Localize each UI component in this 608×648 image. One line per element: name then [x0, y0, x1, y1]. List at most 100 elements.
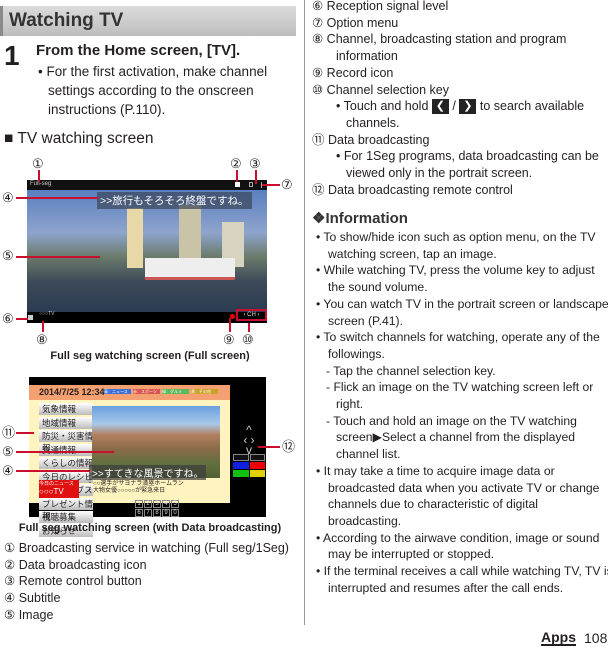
data-broadcast-tv-screen: 2014/7/25 12:34 青：ニュース 赤：スポーツ 緑：グルメ 黄：その…	[29, 377, 266, 537]
number-pad[interactable]: 1 2 3 4 5 6 7 8 9 0	[135, 500, 179, 517]
station-name: ○○○TV	[39, 487, 64, 496]
information-line: • To switch channels for watching, opera…	[316, 330, 600, 345]
news-item: ・○○選手がサヨナラ満塁ホームラン	[87, 481, 184, 487]
information-line: watching screen, tap an image.	[328, 246, 497, 261]
callout-9: ⑨	[223, 332, 235, 347]
information-line: • You can watch TV in the portrait scree…	[316, 296, 608, 311]
data-tab-green[interactable]: 緑：グルメ	[162, 389, 189, 394]
information-line: interrupted and resumes after the call e…	[328, 580, 564, 595]
news-box: 今日のニュース ○○○TV	[39, 480, 79, 498]
callout-10: ⑩	[242, 332, 254, 347]
footer-section: Apps	[541, 629, 576, 646]
chevron-left-icon: ❮	[431, 99, 449, 115]
ch-label: CH	[247, 312, 256, 318]
information-line: right.	[336, 397, 364, 412]
num-key[interactable]: 3	[153, 500, 161, 508]
column-divider	[304, 0, 305, 625]
information-line: • If the terminal receives a call while …	[316, 564, 608, 579]
subsection-title: ■ TV watching screen	[4, 130, 154, 147]
callout-7: ⑦	[281, 177, 293, 192]
menu-item[interactable]: 防災・災害情報	[39, 430, 93, 453]
callout-8: ⑧	[36, 332, 48, 347]
step-bullet-text: For the first activation, make channel s…	[46, 64, 268, 117]
menu-item[interactable]: くらしの情報	[39, 457, 93, 469]
legend-left: ① Broadcasting service in watching (Full…	[4, 540, 289, 624]
remote-color-buttons[interactable]	[233, 454, 265, 477]
legend-item: ① Broadcasting service in watching (Full…	[4, 541, 289, 555]
callout-3: ③	[249, 156, 261, 171]
callout-4b: ④	[2, 463, 14, 478]
screen2-caption: Full seg watching screen (with Data broa…	[18, 522, 282, 534]
data-tab-red[interactable]: 赤：スポーツ	[133, 389, 160, 394]
data-tab-yellow[interactable]: 黄：その他	[191, 389, 218, 394]
remote-control-button[interactable]	[249, 182, 253, 187]
information-line: screen▶Select a channel from the display…	[336, 430, 576, 445]
num-key[interactable]: 2	[144, 500, 152, 508]
channel-info: ○○○TV	[39, 311, 55, 317]
num-key[interactable]: 4	[162, 500, 170, 508]
chevron-right-icon: ❯	[459, 99, 477, 115]
information-line: broadcasted data when you activate TV or…	[328, 480, 600, 495]
callout-5b: ⑤	[2, 444, 14, 459]
callout-2: ②	[230, 156, 242, 171]
legend-item: information	[336, 49, 398, 64]
legend-subitem: • Touch and hold ❮ / ❯ to search availab…	[336, 99, 585, 115]
subtitle-text: >>すてきな風景ですね。	[89, 465, 207, 480]
full-screen-tv-image[interactable]: Full-seg >>旅行もそろそろ終盤ですね。 ○○○TV ‹ CH ›	[27, 180, 267, 323]
step-number: 1	[4, 40, 20, 71]
menu-item[interactable]: 地域情報	[39, 416, 93, 429]
legend-item: ⑪ Data broadcasting	[312, 132, 430, 147]
callout-1: ①	[32, 156, 44, 171]
information-line: • To show/hide icon such as option menu,…	[316, 230, 596, 244]
screen1-caption: Full seg watching screen (Full screen)	[50, 350, 250, 362]
data-broadcast-icon[interactable]	[235, 182, 240, 187]
num-key[interactable]: 6	[135, 509, 143, 517]
legend-item: ⑨ Record icon	[312, 65, 394, 80]
legend-item: ⑫ Data broadcasting remote control	[312, 182, 513, 197]
callout-4: ④	[2, 190, 14, 205]
information-line: screen (P.41).	[328, 313, 403, 328]
news-list: ・○○選手がサヨナラ満塁ホームラン ・大物女優○○○○○が緊急来日	[87, 481, 184, 495]
menu-item[interactable]: 交通情報	[39, 443, 93, 456]
legend-item: ⑦ Option menu	[312, 15, 399, 30]
legend-item: ② Data broadcasting icon	[4, 557, 147, 572]
datetime: 2014/7/25 12:34	[39, 387, 105, 397]
num-key[interactable]: 1	[135, 500, 143, 508]
legend-item: ④ Subtitle	[4, 591, 61, 606]
section-header: Watching TV	[0, 6, 296, 36]
num-key[interactable]: 9	[162, 509, 170, 517]
callout-5: ⑤	[2, 248, 14, 263]
subtitle-text: >>旅行もそろそろ終盤ですね。	[97, 192, 252, 209]
menu-item[interactable]: 気象情報	[39, 403, 93, 415]
num-key[interactable]: 5	[171, 500, 179, 508]
information-line: channel list.	[336, 447, 401, 462]
callout-6: ⑥	[2, 311, 14, 326]
news-label: 今日のニュース	[39, 481, 74, 487]
information-line: - Tap the channel selection key.	[326, 363, 496, 378]
information-list: • To show/hide icon such as option menu,…	[316, 229, 608, 596]
menu-item[interactable]: プレゼント情報	[39, 497, 93, 521]
information-line: followings.	[328, 346, 385, 361]
page-number: 108	[584, 630, 608, 646]
service-mode: Full-seg	[30, 181, 52, 187]
legend-item: ⑧ Channel, broadcasting station and prog…	[312, 32, 567, 47]
num-key[interactable]: 8	[153, 509, 161, 517]
legend-subitem: viewed only in the portrait screen.	[346, 166, 533, 181]
information-line: - Touch and hold an image on the TV watc…	[326, 413, 577, 428]
legend-right: ⑥ Reception signal level ⑦ Option menu ⑧…	[312, 0, 599, 198]
legend-subitem: channels.	[346, 115, 400, 130]
num-key[interactable]: 0	[171, 509, 179, 517]
data-tab-blue[interactable]: 青：ニュース	[104, 389, 131, 394]
information-line: may be interrupted or stopped.	[328, 547, 494, 562]
news-item: ・大物女優○○○○○が緊急来日	[87, 488, 166, 494]
legend-item: ③ Remote control button	[4, 574, 142, 589]
information-line: - Flick an image on the TV watching scre…	[326, 380, 594, 395]
remote-dpad[interactable]: ^ ‹ › v	[235, 424, 263, 456]
step-bullet: • For the first activation, make channel…	[38, 64, 268, 117]
information-line: • While watching TV, press the volume ke…	[316, 263, 595, 278]
legend-item: ⑥ Reception signal level	[312, 0, 449, 13]
channel-selection-key[interactable]: ‹ CH ›	[236, 309, 267, 321]
num-key[interactable]: 7	[144, 509, 152, 517]
legend-item: ⑤ Image	[4, 607, 54, 622]
legend-subitem: • For 1Seg programs, data broadcasting c…	[336, 149, 599, 164]
